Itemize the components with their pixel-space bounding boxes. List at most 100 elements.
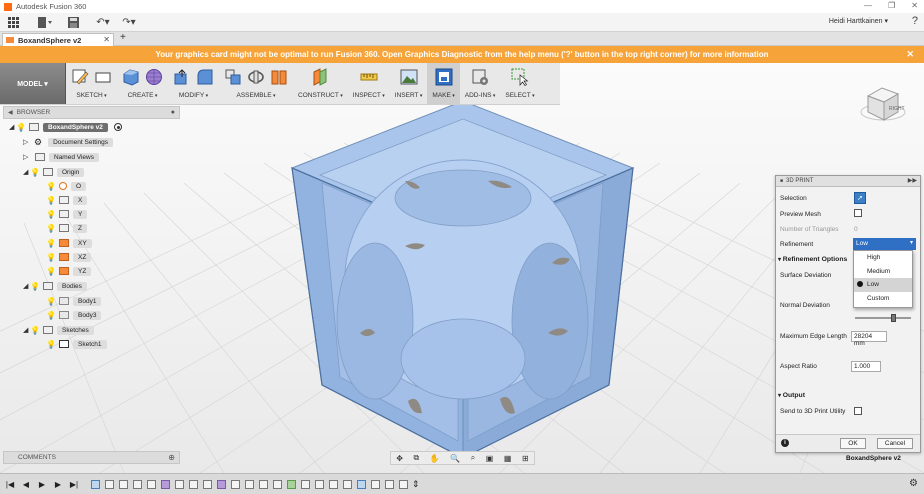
tree-item-named-views[interactable]: ▷ Named Views — [23, 150, 99, 164]
visibility-bulb-icon[interactable]: 💡 — [46, 253, 56, 262]
timeline-feature[interactable] — [175, 479, 184, 489]
visibility-bulb-icon[interactable]: 💡 — [46, 210, 56, 219]
expand-triangle-icon[interactable]: ▷ — [23, 138, 31, 146]
selection-button[interactable]: ➚ — [854, 192, 866, 204]
preview-mesh-checkbox[interactable] — [854, 209, 862, 217]
tree-item-xz-plane[interactable]: 💡 XZ — [46, 250, 92, 264]
timeline-feature[interactable] — [189, 479, 198, 489]
make-menu-label[interactable]: MAKE — [432, 92, 454, 99]
insert-image-icon[interactable] — [400, 68, 418, 86]
go-to-end-button[interactable]: ▶| — [68, 480, 80, 489]
refinement-dropdown[interactable]: Low ▾ — [853, 238, 916, 250]
timeline-feature[interactable] — [119, 479, 128, 489]
joint-origin-icon[interactable] — [270, 68, 288, 86]
root-component-label[interactable]: BoxandSphere v2 — [43, 122, 108, 132]
help-icon[interactable]: ? — [912, 15, 918, 27]
zoom-window-icon[interactable]: ⌕ — [471, 453, 475, 463]
view-cube[interactable]: RIGHT — [860, 78, 910, 128]
user-menu[interactable]: Heidi Harttkainen ▾ — [829, 17, 888, 25]
timeline-feature[interactable] — [245, 479, 254, 489]
step-forward-button[interactable]: ▶ — [52, 480, 64, 489]
visibility-bulb-icon[interactable]: 💡 — [46, 196, 56, 205]
output-header[interactable]: Output — [778, 392, 805, 399]
insert-group[interactable]: INSERT — [390, 63, 428, 104]
view-cube-face-label[interactable]: RIGHT — [889, 106, 905, 112]
viewports-icon[interactable]: ⊞ — [522, 454, 529, 463]
timeline-feature[interactable] — [273, 479, 282, 489]
ok-button[interactable]: OK — [840, 438, 866, 449]
browser-options-icon[interactable]: ● — [171, 109, 175, 116]
visibility-bulb-icon[interactable]: 💡 — [30, 282, 40, 291]
timeline-settings-gear-icon[interactable]: ⚙ — [909, 478, 918, 489]
timeline-feature-sketch[interactable] — [91, 479, 100, 489]
tree-item-x-axis[interactable]: 💡 X — [46, 193, 88, 207]
close-window-button[interactable]: ✕ — [911, 1, 918, 10]
tree-item-origin-point[interactable]: 💡 O — [46, 179, 87, 193]
pan-icon[interactable]: ⧉ — [414, 453, 420, 463]
tree-item-z-axis[interactable]: 💡 Z — [46, 221, 87, 235]
hand-icon[interactable]: ✋ — [430, 454, 440, 463]
refinement-option-high[interactable]: High — [854, 251, 912, 265]
slider-handle[interactable] — [891, 314, 896, 322]
timeline-feature[interactable] — [231, 479, 240, 489]
fillet-icon[interactable] — [196, 68, 214, 86]
document-tab[interactable]: BoxandSphere v2 ✕ — [2, 33, 114, 46]
joint-icon[interactable] — [247, 68, 265, 86]
timeline-feature[interactable] — [133, 479, 142, 489]
visibility-bulb-icon[interactable]: 💡 — [46, 182, 56, 191]
save-icon[interactable] — [63, 14, 83, 30]
maximize-button[interactable]: ❐ — [888, 1, 895, 10]
select-group[interactable]: SELECT — [500, 63, 539, 104]
cancel-button[interactable]: Cancel — [877, 438, 913, 449]
timeline-feature-pattern[interactable] — [287, 479, 296, 489]
assemble-group[interactable]: ASSEMBLE — [219, 63, 293, 104]
visibility-bulb-icon[interactable]: 💡 — [46, 297, 56, 306]
dialog-header[interactable]: ■ 3D PRINT ▶▶ — [776, 176, 920, 187]
modify-menu-label[interactable]: MODIFY — [179, 92, 208, 99]
tree-item-body1[interactable]: 💡 Body1 — [46, 294, 102, 308]
timeline-feature[interactable] — [301, 479, 310, 489]
timeline-feature[interactable] — [399, 479, 408, 489]
collapse-browser-icon[interactable]: ◀ — [8, 109, 13, 116]
data-panel-grid-icon[interactable] — [3, 14, 23, 30]
visibility-bulb-icon[interactable]: 💡 — [16, 123, 26, 132]
offset-plane-icon[interactable] — [311, 68, 329, 86]
new-component-icon[interactable] — [224, 68, 242, 86]
scripts-icon[interactable] — [471, 68, 489, 86]
visibility-bulb-icon[interactable]: 💡 — [46, 311, 56, 320]
file-menu-icon[interactable] — [35, 14, 55, 30]
tree-root[interactable]: ◢ 💡 BoxandSphere v2 — [9, 120, 122, 134]
sketch-pencil-icon[interactable] — [71, 68, 89, 86]
expand-triangle-icon[interactable]: ▷ — [23, 153, 31, 161]
modify-group[interactable]: MODIFY — [168, 63, 219, 104]
box-icon[interactable] — [122, 68, 140, 86]
select-arrow-icon[interactable] — [511, 68, 529, 86]
timeline-feature[interactable] — [357, 479, 366, 489]
minimize-button[interactable]: — — [864, 1, 872, 10]
activate-radio-icon[interactable] — [113, 123, 122, 131]
timeline-feature[interactable] — [105, 479, 114, 489]
grid-icon[interactable]: ▦ — [504, 454, 512, 463]
box-sphere-model[interactable] — [290, 100, 635, 459]
timeline-feature-sphere[interactable] — [217, 479, 226, 489]
3d-print-icon[interactable] — [435, 68, 453, 86]
refinement-option-low[interactable]: Low — [854, 278, 912, 292]
zoom-icon[interactable]: 🔍 — [450, 454, 460, 463]
timeline-feature[interactable] — [315, 479, 324, 489]
timeline-feature-sphere[interactable] — [161, 479, 170, 489]
close-tab-icon[interactable]: ✕ — [103, 35, 110, 44]
timeline-marker-icon[interactable]: ⇕ — [412, 479, 420, 490]
new-tab-button[interactable]: + — [120, 32, 126, 43]
sketch-menu-label[interactable]: SKETCH — [76, 92, 106, 99]
comments-panel[interactable]: COMMENTS ⊕ — [3, 451, 180, 464]
timeline-feature[interactable] — [371, 479, 380, 489]
undo-icon[interactable]: ↶▾ — [93, 14, 113, 30]
timeline-feature[interactable] — [329, 479, 338, 489]
play-button[interactable]: ▶ — [36, 480, 48, 489]
refinement-options-header[interactable]: Refinement Options — [778, 256, 848, 263]
expand-dialog-icon[interactable]: ▶▶ — [908, 177, 917, 184]
close-warning-icon[interactable]: ✕ — [906, 49, 914, 60]
visibility-bulb-icon[interactable]: 💡 — [46, 340, 56, 349]
orbit-icon[interactable]: ✥ — [396, 454, 403, 463]
tree-item-bodies[interactable]: ◢ 💡 Bodies — [23, 279, 87, 293]
